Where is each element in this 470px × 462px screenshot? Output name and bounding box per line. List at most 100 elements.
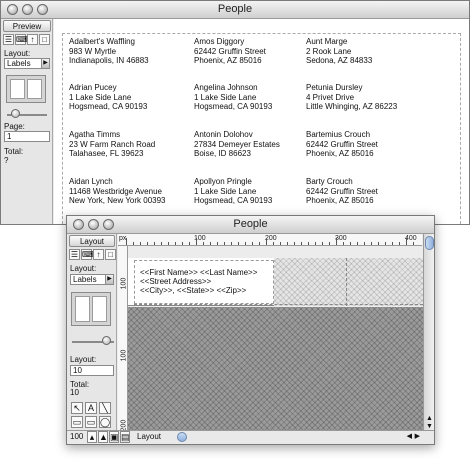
label-layout-area[interactable]: <<First Name>> <<Last Name>> <<Street Ad…: [128, 258, 423, 306]
zoom-level[interactable]: 100: [70, 432, 83, 441]
slider-thumb[interactable]: [11, 109, 20, 118]
ruler-tick: [406, 238, 407, 245]
book-icon[interactable]: ☰: [69, 249, 80, 260]
ruler-tick: [343, 242, 344, 245]
repeat-column-area: [274, 258, 423, 306]
merge-field-street[interactable]: <<Street Address>>: [140, 277, 211, 286]
ruler-tick: [203, 242, 204, 245]
layout-toggle-icon[interactable]: ▤: [120, 431, 130, 443]
mode-popup[interactable]: Layout: [137, 432, 161, 441]
rounded-rect-tool-icon[interactable]: ▭: [85, 416, 97, 428]
total-value: 10: [70, 388, 79, 397]
address-label: Angelina Johnson 1 Lake Side Lane Hogsmead…: [194, 83, 272, 112]
ruler-tick: [357, 242, 358, 245]
ruler-tick: [413, 242, 414, 245]
oval-tool-icon[interactable]: ◯: [99, 416, 111, 428]
text-tool-icon[interactable]: A: [85, 402, 97, 414]
scroll-thumb[interactable]: [425, 236, 434, 250]
preview-page: Adalbert's Waffling 983 W Myrtle Indianapo…: [54, 19, 469, 224]
sort-icon[interactable]: ↑: [93, 249, 104, 260]
ruler-tick: [371, 242, 372, 245]
back-titlebar: People: [1, 1, 469, 19]
ruler-tick: [189, 242, 190, 245]
label-city: Hogsmead, CA 90193: [194, 102, 273, 111]
label-city: Sedona, AZ 84833: [306, 56, 373, 65]
scroll-left-icon[interactable]: ◀: [407, 432, 412, 440]
toolbar-icons: ☰ ⌨ ↑ □: [69, 249, 116, 260]
label-name: Antonin Dolohov: [194, 130, 253, 139]
layout-count-field[interactable]: 10: [70, 365, 114, 376]
layout-select[interactable]: Labels ▶: [70, 274, 114, 285]
label-name: Bartemius Crouch: [306, 130, 371, 139]
merge-field-city[interactable]: <<City>>, <<State>> <<Zip>>: [140, 286, 246, 295]
label-name: Amos Diggory: [194, 37, 245, 46]
label-name: Agatha Timms: [69, 130, 121, 139]
label-street: 1 Lake Side Lane: [194, 186, 257, 196]
vertical-ruler: 100 100 200: [118, 246, 128, 431]
ruler-tick: [294, 242, 295, 245]
address-label: Adrian Pucey 1 Lake Side Lane Hogsmead, CA…: [69, 83, 147, 112]
ruler-tick: [315, 242, 316, 245]
slider-thumb[interactable]: [102, 336, 111, 345]
address-label: Agatha Timms 23 W Farm Ranch Road Talahase…: [69, 130, 155, 159]
zoom-out-icon[interactable]: ▴: [87, 431, 97, 443]
scroll-up-icon[interactable]: ▲: [425, 415, 434, 422]
page-icon[interactable]: □: [105, 249, 116, 260]
address-label: Apollyon Pringle 1 Lake Side Lane Hogsmead…: [194, 177, 272, 206]
ruler-tick: [210, 242, 211, 245]
hscroll-thumb[interactable]: [177, 432, 187, 442]
ruler-tick: [224, 242, 225, 245]
sort-icon[interactable]: ↑: [27, 34, 38, 45]
merge-field-name[interactable]: <<First Name>> <<Last Name>>: [140, 268, 257, 277]
preview-tab[interactable]: Preview: [3, 20, 51, 32]
layout-tab[interactable]: Layout: [69, 235, 115, 247]
ruler-tick: [238, 242, 239, 245]
address-label: Petunia Dursley 4 Privet Drive Little Whin…: [306, 83, 397, 112]
label-name: Adalbert's Waffling: [69, 37, 136, 46]
keyboard-icon[interactable]: ⌨: [15, 34, 28, 45]
label-name: Apollyon Pringle: [194, 177, 252, 186]
ruler-tick: [385, 242, 386, 245]
ruler-tick: [168, 242, 169, 245]
address-label: Bartemius Crouch 62442 Gruffin Street Phoe…: [306, 130, 378, 159]
ruler-tick: [308, 242, 309, 245]
book-icon[interactable]: ☰: [3, 34, 14, 45]
portal-tool-icon[interactable]: ⚙: [71, 444, 83, 445]
ruler-tick: [364, 242, 365, 245]
label-city: Phoenix, AZ 85016: [194, 56, 262, 65]
vertical-scrollbar[interactable]: ▲ ▼: [423, 234, 434, 430]
address-label: Aidan Lynch 11468 Westbridge Avenue New Yo…: [69, 177, 166, 206]
ruler-tick: [259, 242, 260, 245]
ruler-tick: [287, 242, 288, 245]
address-label: Amos Diggory 62442 Gruffin Street Phoenix,…: [194, 37, 266, 66]
keyboard-icon[interactable]: ⌨: [81, 249, 94, 260]
front-titlebar: People: [67, 216, 434, 234]
label-street: 4 Privet Drive: [306, 92, 355, 102]
zoom-in-icon[interactable]: ▲: [98, 431, 108, 443]
label-street: 11468 Westbridge Avenue: [69, 186, 162, 196]
label-street: 62442 Gruffin Street: [306, 186, 378, 196]
scroll-down-icon[interactable]: ▼: [425, 423, 434, 430]
layout-label: Layout:: [70, 264, 97, 273]
chevron-down-icon: ▶: [105, 275, 113, 284]
ruler-tick: [280, 242, 281, 245]
book-icon[interactable]: [71, 292, 111, 326]
page-field[interactable]: 1: [4, 131, 50, 142]
ruler-number: 100: [120, 349, 128, 362]
label-city: Hogsmead, CA 90193: [69, 102, 148, 111]
pattern-tool-icon[interactable]: ▦: [85, 444, 97, 445]
layout-count-label: Layout:: [70, 355, 97, 364]
page-icon[interactable]: □: [39, 34, 50, 45]
line-tool-icon[interactable]: ╲: [99, 402, 111, 414]
label-city: New York, New York 00393: [69, 196, 166, 205]
status-toggle-icon[interactable]: ▣: [109, 431, 119, 443]
chevron-down-icon: ▶: [41, 59, 49, 68]
book-icon[interactable]: [6, 75, 46, 103]
rectangle-tool-icon[interactable]: ▭: [71, 416, 83, 428]
label-name: Angelina Johnson: [194, 83, 258, 92]
pointer-tool-icon[interactable]: ↖: [71, 402, 83, 414]
front-window: People Layout ☰ ⌨ ↑ □ Layout: Labels ▶ L…: [66, 215, 435, 445]
scroll-right-icon[interactable]: ▶: [415, 432, 420, 440]
layout-select[interactable]: Labels ▶: [4, 58, 50, 69]
lines-tool-icon[interactable]: ≡: [99, 444, 111, 445]
